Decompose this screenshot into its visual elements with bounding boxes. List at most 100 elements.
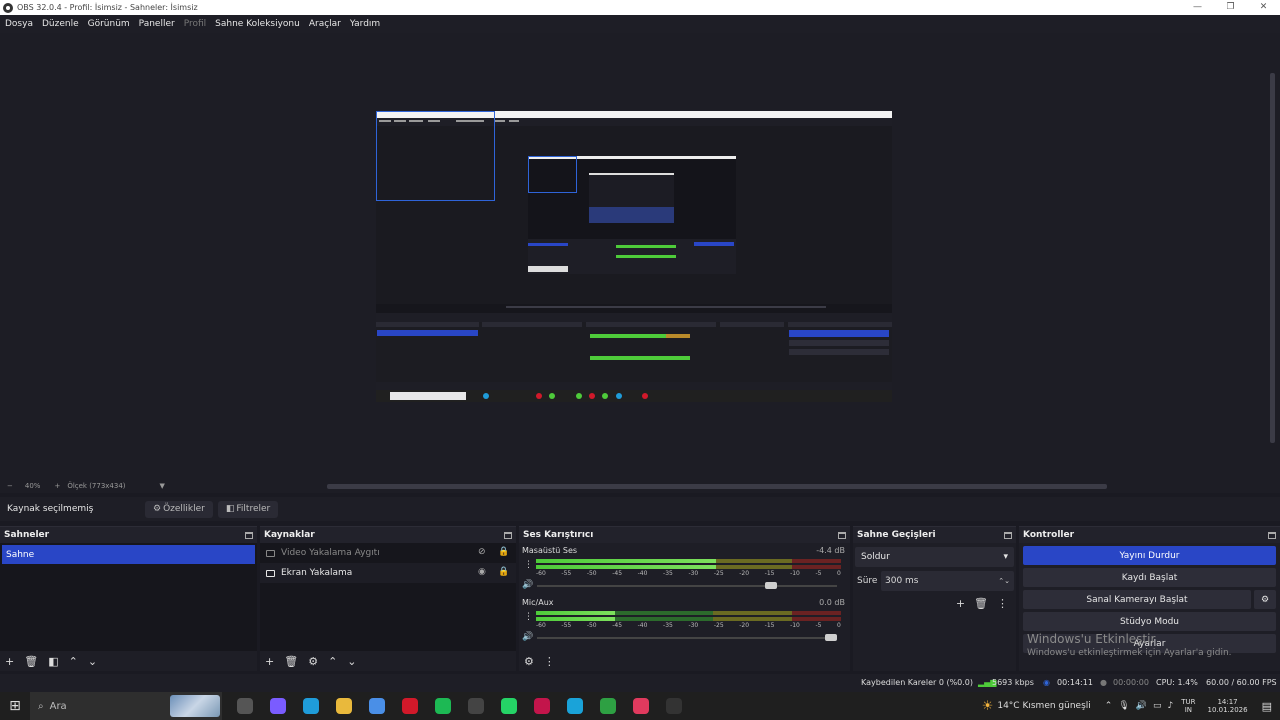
undock-icon[interactable] [504,531,512,539]
volume-icon[interactable]: 🔊 [1136,701,1147,711]
mixer-menu-icon[interactable]: ⋮ [544,655,555,668]
task-view-icon[interactable] [228,692,261,720]
menu-profile[interactable]: Profil [184,19,206,29]
trash-icon[interactable]: 🗑 [24,655,38,668]
chevron-up-icon[interactable]: ⌃ [1105,701,1113,711]
virtual-camera-gear-icon[interactable]: ⚙ [1254,590,1276,609]
xbox-icon[interactable] [591,692,624,720]
undock-icon[interactable] [1004,531,1012,539]
filter-icon[interactable]: ◧ [48,655,58,668]
stop-streaming-button[interactable]: Yayını Durdur [1023,546,1276,565]
eye-hidden-icon[interactable]: ⊘ [478,547,486,557]
app-red-icon[interactable] [525,692,558,720]
spinner-arrows-icon[interactable]: ⌃⌄ [998,577,1010,585]
start-virtual-camera-button[interactable]: Sanal Kamerayı Başlat [1023,590,1251,609]
channel-menu-icon[interactable]: ⋮ [524,612,533,622]
advanced-audio-gear-icon[interactable]: ⚙ [524,655,534,668]
menu-scene-collection[interactable]: Sahne Koleksiyonu [215,19,300,29]
app-eng-icon[interactable] [459,692,492,720]
menu-file[interactable]: Dosya [5,19,33,29]
tick: -40 [637,570,648,577]
file-explorer-icon[interactable] [327,692,360,720]
lock-icon[interactable]: 🔒 [498,567,509,577]
transition-select[interactable]: Soldur ▾ [855,547,1014,567]
move-down-icon[interactable]: ⌄ [347,655,356,668]
tick: -10 [790,570,800,577]
volume-knob[interactable] [825,634,837,641]
menu-docks[interactable]: Paneller [139,19,175,29]
move-up-icon[interactable]: ⌃ [69,655,78,668]
move-down-icon[interactable]: ⌄ [88,655,97,668]
menu-edit[interactable]: Düzenle [42,19,79,29]
scale-dropdown-icon[interactable]: ▼ [160,482,165,490]
file-explorer-icon-glyph [335,698,352,714]
speaker-icon[interactable]: 🔊 [522,580,533,590]
obs-icon-glyph [665,698,682,714]
source-item[interactable]: Ekran Yakalama ◉ 🔒 [260,563,516,583]
duration-row: Süre 300 ms ⌃⌄ [855,571,1014,591]
undock-icon[interactable] [1268,531,1276,539]
close-button[interactable]: ✕ [1247,0,1280,15]
volume-slider[interactable] [537,582,837,589]
filters-label: Filtreler [236,504,271,514]
trash-icon[interactable]: 🗑 [284,655,298,668]
taskbar-search[interactable]: ⌕ Ara [30,692,222,720]
source-item[interactable]: Video Yakalama Aygıtı ⊘ 🔒 [260,543,516,563]
windows-start-icon[interactable]: ⊞ [0,692,30,720]
undock-icon[interactable] [838,531,846,539]
maximize-button[interactable]: ❐ [1214,0,1247,15]
zoom-out-button[interactable]: − [7,482,13,490]
app-pink-icon[interactable] [624,692,657,720]
network-icon[interactable]: ▭ [1153,701,1162,711]
filters-button[interactable]: ◧ Filtreler [217,500,279,518]
add-icon[interactable]: + [956,597,965,610]
preview-display[interactable] [376,111,892,402]
settings-button[interactable]: Ayarlar [1023,634,1276,653]
clock[interactable]: 14:17 10.01.2026 [1208,698,1248,714]
scene-item[interactable]: Sahne [2,545,255,564]
level-fill [536,559,716,563]
menu-help[interactable]: Yardım [350,19,380,29]
edge-icon[interactable] [294,692,327,720]
copilot-icon[interactable] [261,692,294,720]
eye-icon[interactable]: ◉ [478,567,486,577]
app-cyan-icon[interactable] [558,692,591,720]
duration-spinbox[interactable]: 300 ms ⌃⌄ [881,571,1014,591]
volume-knob[interactable] [765,582,777,589]
opera-icon[interactable] [393,692,426,720]
store-icon-glyph [368,698,385,714]
menu-tools[interactable]: Araçlar [309,19,341,29]
add-icon[interactable]: + [5,655,14,668]
scale-label[interactable]: Ölçek (773x434) [67,482,125,490]
studio-mode-button[interactable]: Stüdyo Modu [1023,612,1276,631]
mixer-title: Ses Karıştırıcı [523,530,594,540]
volume-slider[interactable] [537,634,837,641]
minimize-button[interactable]: — [1181,0,1214,15]
gear-icon[interactable]: ⚙ [308,655,318,668]
preview-horizontal-scrollbar[interactable] [327,484,1107,489]
trash-icon[interactable]: 🗑 [974,597,988,610]
menu-view[interactable]: Görünüm [88,19,130,29]
speaker-tray-icon[interactable]: ♪ [1167,701,1173,711]
whatsapp-icon[interactable] [492,692,525,720]
channel-menu-icon[interactable]: ⋮ [524,560,533,570]
add-icon[interactable]: + [265,655,274,668]
lock-icon[interactable]: 🔒 [498,547,509,557]
tick: -60 [536,622,546,629]
microphone-icon[interactable]: 🎙 [1118,701,1129,711]
spotify-icon[interactable] [426,692,459,720]
obs-icon[interactable] [657,692,690,720]
language-indicator[interactable]: TUR IN [1181,698,1195,714]
properties-button[interactable]: ⚙ Özellikler [145,500,213,518]
weather-text[interactable]: 14°C Kısmen güneşli [997,701,1090,711]
move-up-icon[interactable]: ⌃ [328,655,337,668]
start-recording-button[interactable]: Kaydı Başlat [1023,568,1276,587]
menu-dots-icon[interactable]: ⋮ [997,597,1008,610]
speaker-icon[interactable]: 🔊 [522,632,533,642]
store-icon[interactable] [360,692,393,720]
preview-vertical-scrollbar[interactable] [1270,73,1275,443]
undock-icon[interactable] [245,531,253,539]
tick: -30 [688,622,699,629]
zoom-in-button[interactable]: + [54,482,60,490]
notification-icon[interactable]: ▤ [1262,700,1272,713]
